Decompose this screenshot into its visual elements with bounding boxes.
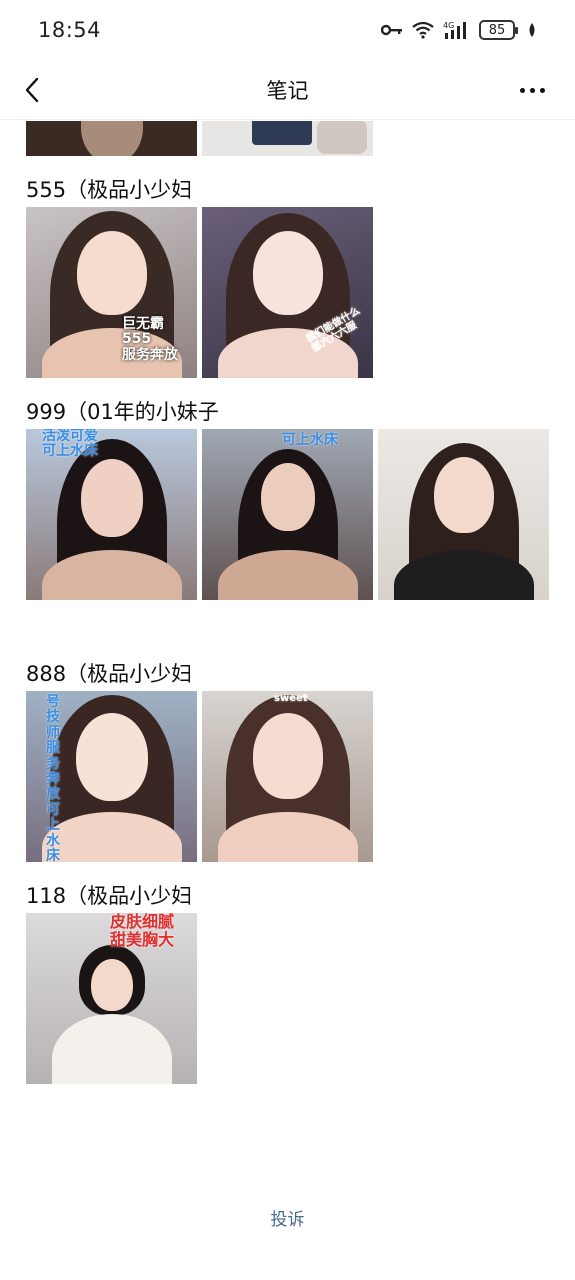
section-title: 118（极品小少妇 (26, 884, 193, 908)
signal-4g-icon: 4G (443, 21, 471, 39)
photo-0-1[interactable]: 我们能做什么 都六六六服 (202, 121, 373, 156)
section-title: 999（01年的小妹子 (26, 400, 219, 424)
photo-overlay-text: sweet (274, 693, 308, 704)
section-title: 888（极品小少妇 (26, 662, 193, 686)
complaint-link[interactable]: 投诉 (0, 1205, 575, 1230)
photo-1-0[interactable]: 巨无霸 555 服务奔放 (26, 207, 197, 378)
status-time: 18:54 (38, 18, 102, 42)
photo-2-1[interactable]: 可上水床 (202, 429, 373, 600)
photo-3-0[interactable]: 号技师 服务奔放 可上水床 (26, 691, 197, 862)
photo-overlay-text: 皮肤细腻 甜美胸大 (110, 913, 175, 949)
status-icons: 4G 85 (381, 20, 537, 40)
photo-2-0[interactable]: 活泼可爱 可上水床 (26, 429, 197, 600)
photo-overlay-text: 活泼可爱 可上水床 (42, 429, 98, 460)
photo-overlay-text: 可上水床 (282, 432, 338, 448)
page-title: 笔记 (266, 78, 309, 103)
more-dots-icon[interactable] (520, 78, 545, 102)
photo-1-1[interactable]: 我们能做什么 都六六六服 (202, 207, 373, 378)
photo-2-2[interactable] (378, 429, 549, 600)
leaf-icon (527, 22, 537, 38)
wifi-icon (411, 21, 435, 39)
nav-bar: 笔记 (0, 60, 575, 120)
photo-overlay-text: 号技师 服务奔放 可上水床 (46, 694, 60, 862)
photo-3-1[interactable]: sweet (202, 691, 373, 862)
photo-0-0[interactable] (26, 121, 197, 156)
photo-overlay-text: 巨无霸 555 服务奔放 (122, 316, 178, 363)
photo-4-0[interactable]: 皮肤细腻 甜美胸大 (26, 913, 197, 1084)
notes-content: 我们能做什么 都六六六服 555（极品小少妇 巨无霸 555 服务奔放 我们能做… (0, 121, 575, 1201)
status-bar: 18:54 4G 85 (0, 0, 575, 60)
battery-icon: 85 (479, 20, 518, 40)
key-icon (381, 23, 403, 37)
chevron-left-icon[interactable] (16, 74, 48, 106)
svg-text:4G: 4G (443, 21, 454, 30)
section-title: 555（极品小少妇 (26, 178, 193, 202)
